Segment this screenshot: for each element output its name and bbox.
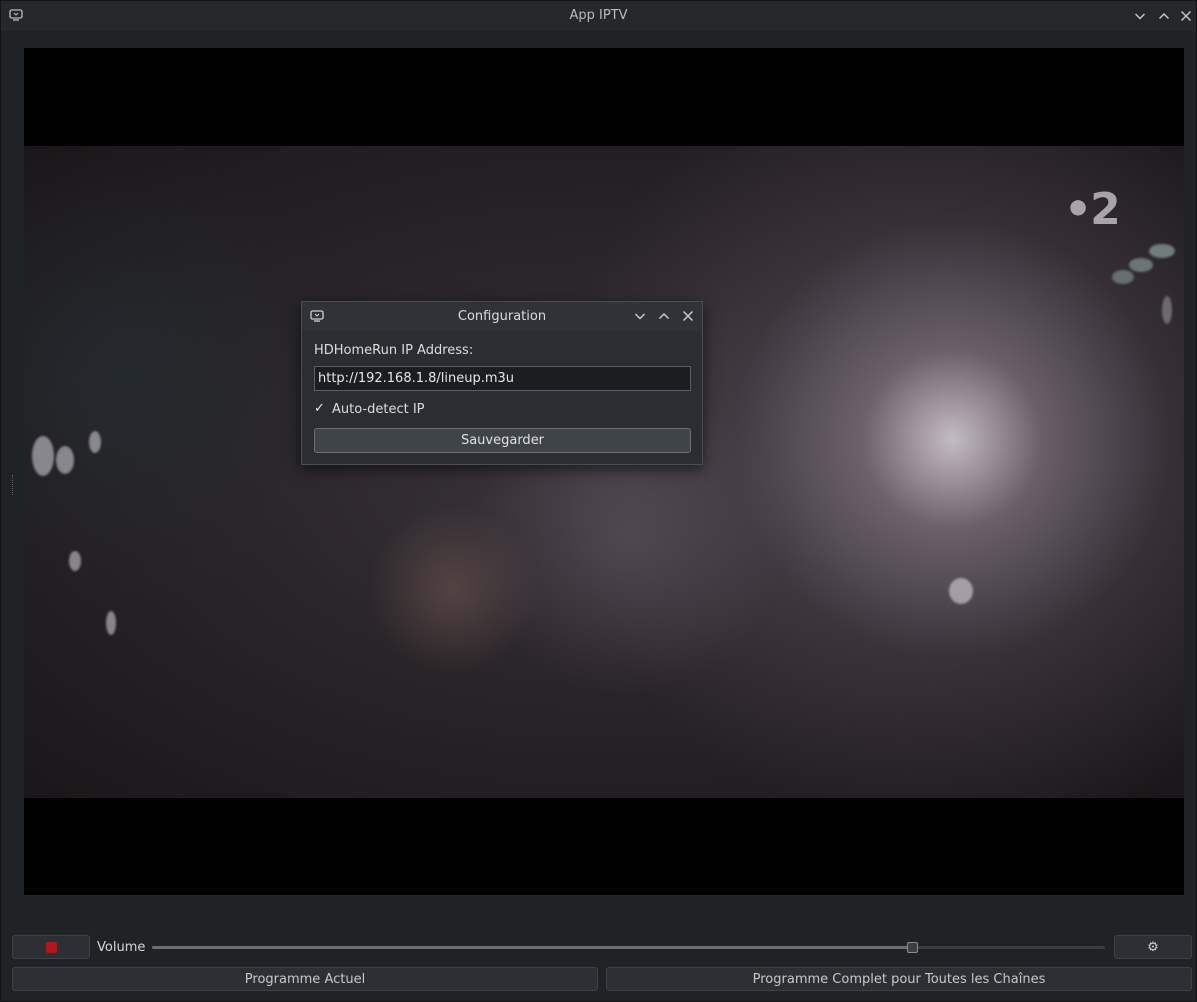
volume-slider[interactable] <box>152 939 1105 957</box>
settings-button[interactable]: ⚙ <box>1114 935 1192 959</box>
ip-address-label: HDHomeRun IP Address: <box>314 343 474 358</box>
full-program-button[interactable]: Programme Complet pour Toutes les Chaîne… <box>606 967 1192 991</box>
chevron-up-icon <box>1159 13 1169 19</box>
window-title: App IPTV <box>569 8 628 23</box>
dialog-title-bar[interactable]: Configuration <box>302 302 702 331</box>
minimize-button[interactable] <box>1131 7 1149 25</box>
current-program-button[interactable]: Programme Actuel <box>12 967 598 991</box>
chevron-down-icon <box>1135 13 1145 20</box>
ip-address-input[interactable] <box>314 366 691 391</box>
volume-handle[interactable] <box>906 942 918 953</box>
dialog-maximize-button[interactable] <box>656 308 672 324</box>
channel-logo: •2 <box>1064 184 1121 235</box>
save-button[interactable]: Sauvegarder <box>314 428 691 453</box>
auto-detect-label[interactable]: Auto-detect IP <box>332 402 425 417</box>
gear-icon: ⚙ <box>1147 939 1159 955</box>
main-window: App IPTV •2 Configuration HDHomeRun IP A… <box>0 0 1197 1002</box>
configuration-dialog: Configuration HDHomeRun IP Address: ✓ Au… <box>301 301 703 465</box>
volume-fill <box>152 946 912 949</box>
title-bar[interactable]: App IPTV <box>1 1 1196 31</box>
stop-icon <box>45 941 57 953</box>
close-icon <box>1181 11 1191 21</box>
dialog-close-button[interactable] <box>680 308 696 324</box>
maximize-button[interactable] <box>1155 7 1173 25</box>
chevron-down-icon <box>635 313 645 320</box>
video-player[interactable]: •2 <box>24 48 1184 895</box>
video-frame: •2 <box>24 146 1184 798</box>
resize-handle[interactable] <box>12 475 15 495</box>
dialog-minimize-button[interactable] <box>632 308 648 324</box>
close-icon <box>683 311 693 321</box>
stop-button[interactable] <box>12 935 90 959</box>
volume-label: Volume <box>97 940 146 955</box>
auto-detect-checkbox[interactable]: ✓ <box>314 401 328 417</box>
close-button[interactable] <box>1177 7 1195 25</box>
chevron-up-icon <box>659 313 669 319</box>
